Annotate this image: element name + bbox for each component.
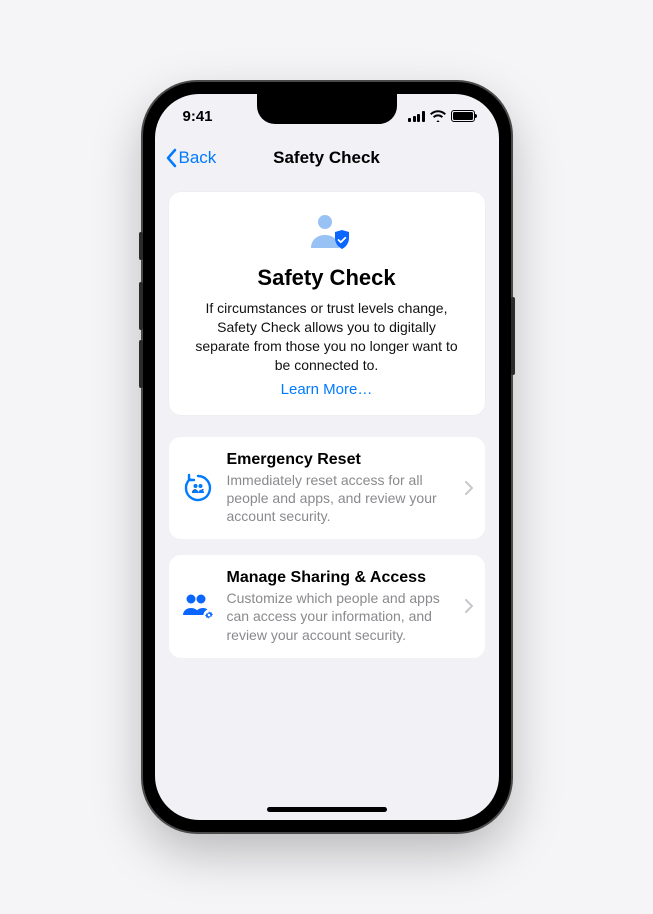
home-indicator[interactable] bbox=[267, 807, 387, 812]
screen: 9:41 Back Safety Check bbox=[155, 94, 499, 820]
person-shield-check-icon bbox=[305, 212, 349, 252]
back-button[interactable]: Back bbox=[165, 148, 217, 168]
hero-card: Safety Check If circumstances or trust l… bbox=[169, 192, 485, 415]
option-title: Manage Sharing & Access bbox=[227, 569, 453, 587]
option-manage-sharing[interactable]: Manage Sharing & Access Customize which … bbox=[169, 555, 485, 658]
status-time: 9:41 bbox=[183, 108, 213, 125]
hero-description: If circumstances or trust levels change,… bbox=[185, 299, 469, 375]
mute-switch bbox=[139, 232, 143, 260]
content: Safety Check If circumstances or trust l… bbox=[155, 178, 499, 672]
learn-more-link[interactable]: Learn More… bbox=[281, 381, 373, 398]
notch bbox=[257, 94, 397, 124]
option-title: Emergency Reset bbox=[227, 451, 453, 469]
reset-circle-icon bbox=[181, 472, 215, 504]
hero-title: Safety Check bbox=[185, 265, 469, 291]
option-description: Customize which people and apps can acce… bbox=[227, 589, 453, 644]
chevron-right-icon bbox=[465, 599, 473, 613]
people-gear-icon bbox=[181, 591, 215, 621]
chevron-right-icon bbox=[465, 481, 473, 495]
volume-down-button bbox=[139, 340, 143, 388]
status-icons bbox=[408, 110, 475, 122]
phone-frame: 9:41 Back Safety Check bbox=[143, 82, 511, 832]
nav-bar: Back Safety Check bbox=[155, 138, 499, 178]
power-button bbox=[511, 297, 515, 375]
cellular-icon bbox=[408, 111, 425, 122]
back-label: Back bbox=[179, 148, 217, 168]
wifi-icon bbox=[430, 110, 446, 122]
option-emergency-reset[interactable]: Emergency Reset Immediately reset access… bbox=[169, 437, 485, 540]
chevron-left-icon bbox=[165, 148, 177, 168]
volume-up-button bbox=[139, 282, 143, 330]
option-description: Immediately reset access for all people … bbox=[227, 471, 453, 526]
battery-icon bbox=[451, 110, 475, 122]
